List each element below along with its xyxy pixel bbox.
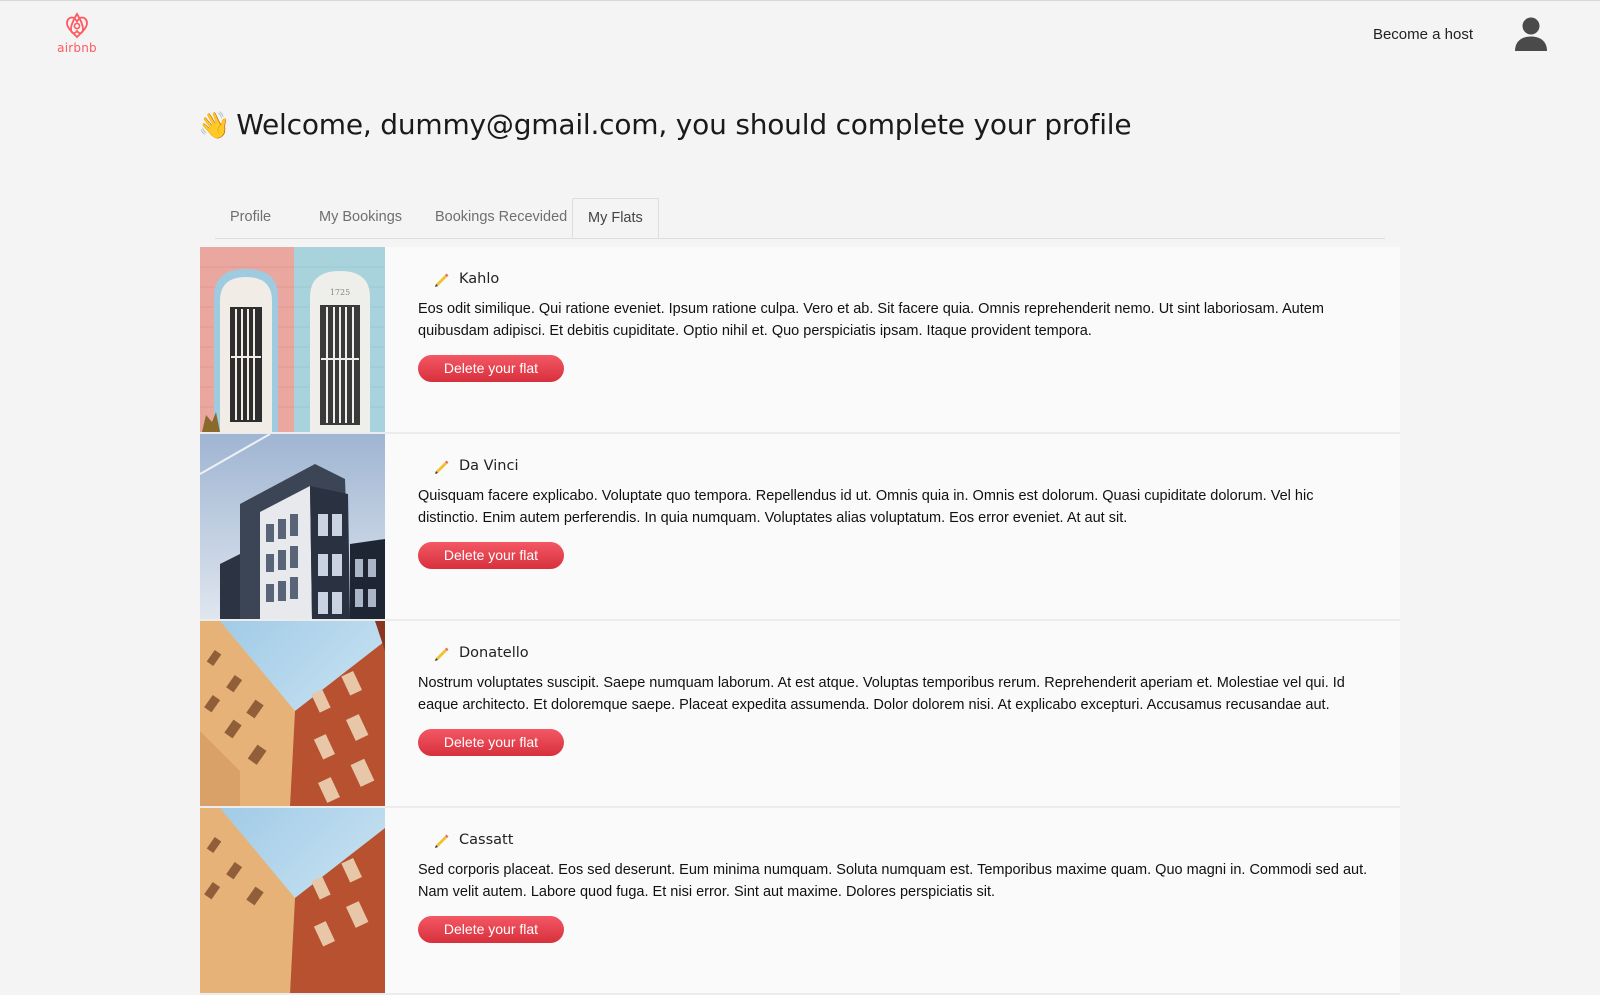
flat-card: Da Vinci Quisquam facere explicabo. Volu… bbox=[200, 434, 1400, 621]
pencil-icon[interactable] bbox=[432, 457, 450, 475]
page-title: 👋 Welcome, dummy@gmail.com, you should co… bbox=[198, 108, 1132, 141]
flat-description: Nostrum voluptates suscipit. Saepe numqu… bbox=[418, 675, 1345, 713]
flat-card: Donatello Nostrum voluptates suscipit. S… bbox=[200, 621, 1400, 808]
flat-description: Quisquam facere explicabo. Voluptate quo… bbox=[418, 488, 1314, 526]
delete-flat-button[interactable]: Delete your flat bbox=[418, 542, 564, 569]
become-host-link[interactable]: Become a host bbox=[1373, 26, 1473, 43]
airbnb-logo-icon bbox=[66, 12, 88, 39]
flat-title: Da Vinci bbox=[418, 456, 1368, 476]
flat-card: 1725 Kahlo Eos odit similique. Qui ratio… bbox=[200, 247, 1400, 434]
profile-tabs: Profile My Bookings Bookings Recevided M… bbox=[215, 198, 1385, 239]
flat-image: 1725 bbox=[200, 247, 385, 432]
tab-my-bookings[interactable]: My Bookings bbox=[304, 198, 417, 237]
tab-my-flats[interactable]: My Flats bbox=[572, 198, 659, 238]
flat-body: Cassatt Sed corporis placeat. Eos sed de… bbox=[418, 830, 1368, 943]
flat-image bbox=[200, 808, 385, 993]
flat-image bbox=[200, 621, 385, 806]
flat-name[interactable]: Cassatt bbox=[459, 832, 513, 848]
top-navbar: airbnb Become a host bbox=[0, 0, 1600, 81]
flat-description: Sed corporis placeat. Eos sed deserunt. … bbox=[418, 862, 1368, 900]
user-icon bbox=[1515, 17, 1547, 51]
delete-flat-button[interactable]: Delete your flat bbox=[418, 729, 564, 756]
welcome-text: Welcome, dummy@gmail.com, you should com… bbox=[236, 108, 1132, 141]
flat-title: Donatello bbox=[418, 643, 1368, 663]
flat-body: Da Vinci Quisquam facere explicabo. Volu… bbox=[418, 456, 1368, 569]
flat-card: Cassatt Sed corporis placeat. Eos sed de… bbox=[200, 808, 1400, 995]
tab-profile[interactable]: Profile bbox=[215, 198, 286, 237]
pencil-icon[interactable] bbox=[432, 270, 450, 288]
user-avatar[interactable] bbox=[1514, 16, 1548, 52]
flat-image bbox=[200, 434, 385, 619]
tab-bookings-received[interactable]: Bookings Recevided bbox=[420, 198, 582, 237]
flat-description: Eos odit similique. Qui ratione eveniet.… bbox=[418, 301, 1324, 339]
flat-title: Kahlo bbox=[418, 269, 1368, 289]
flat-name[interactable]: Kahlo bbox=[459, 271, 499, 287]
airbnb-logo[interactable]: airbnb bbox=[57, 11, 97, 61]
waving-hand-icon: 👋 bbox=[198, 111, 231, 141]
svg-text:1725: 1725 bbox=[330, 288, 350, 297]
logo-text: airbnb bbox=[57, 41, 97, 55]
flat-body: Kahlo Eos odit similique. Qui ratione ev… bbox=[418, 269, 1368, 382]
delete-flat-button[interactable]: Delete your flat bbox=[418, 355, 564, 382]
flat-name[interactable]: Da Vinci bbox=[459, 458, 518, 474]
pencil-icon[interactable] bbox=[432, 644, 450, 662]
flat-title: Cassatt bbox=[418, 830, 1368, 850]
flat-name[interactable]: Donatello bbox=[459, 645, 529, 661]
delete-flat-button[interactable]: Delete your flat bbox=[418, 916, 564, 943]
flat-body: Donatello Nostrum voluptates suscipit. S… bbox=[418, 643, 1368, 756]
pencil-icon[interactable] bbox=[432, 831, 450, 849]
